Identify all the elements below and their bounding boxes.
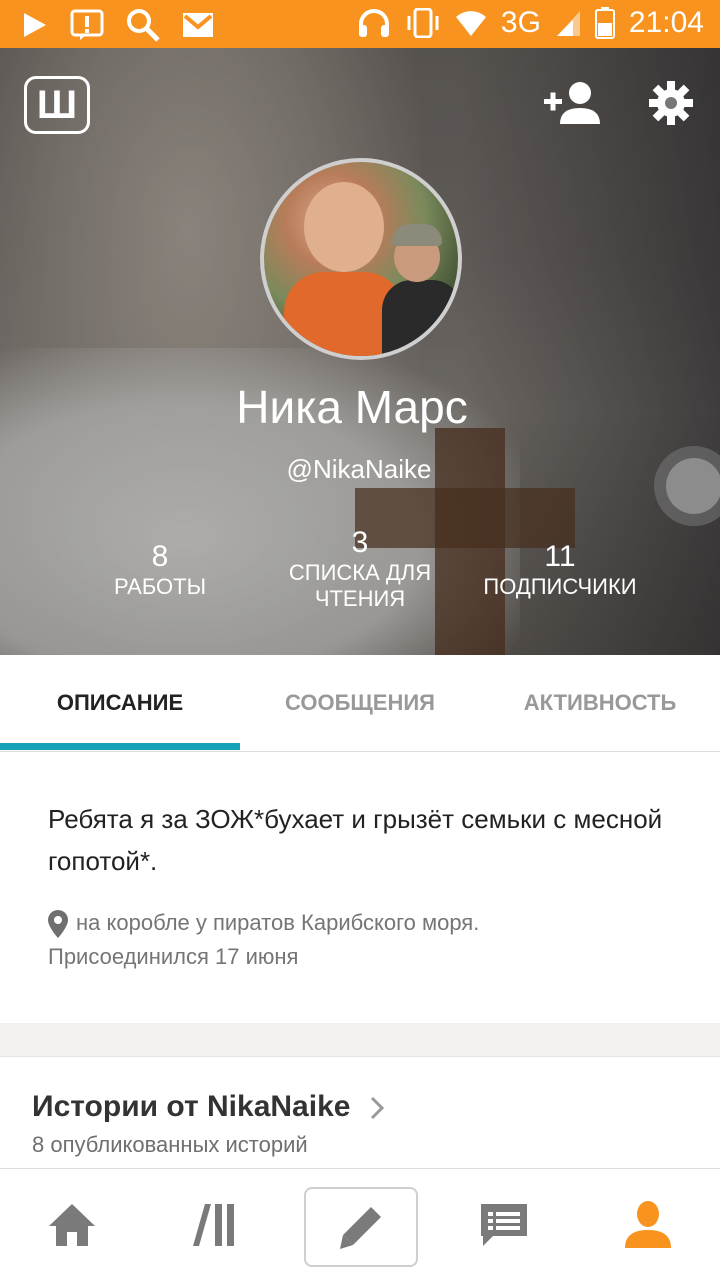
clock: 21:04 xyxy=(628,6,704,39)
tab-indicator xyxy=(0,743,240,750)
profile-username: @NikaNaike xyxy=(286,454,432,484)
location-row: на коробле у пиратов Карибского моря. xyxy=(48,906,698,940)
gear-icon[interactable] xyxy=(648,80,694,126)
stat-works[interactable]: 8 Работы xyxy=(80,540,240,600)
stat-label: Списка для чтения xyxy=(288,560,432,611)
avatar[interactable] xyxy=(260,158,462,360)
status-bar: 3G 21:04 xyxy=(0,0,720,48)
stat-label: Подписчики xyxy=(483,574,637,599)
play-icon xyxy=(24,13,46,37)
profile-description: Ребята я за ЗОЖ*бухает и грызёт семьки с… xyxy=(48,804,663,876)
home-icon xyxy=(49,1204,95,1246)
stat-label: Работы xyxy=(113,574,207,599)
stories-count: 8 опубликованных историй xyxy=(32,1132,308,1157)
location-text: на коробле у пиратов Карибского моря. xyxy=(76,910,480,935)
vibrate-icon xyxy=(407,8,439,38)
write-icon xyxy=(340,1207,381,1249)
location-pin-icon xyxy=(48,910,68,939)
library-icon xyxy=(193,1204,234,1246)
bottom-navigation xyxy=(0,1168,720,1281)
alert-icon xyxy=(70,9,104,40)
stat-value: 11 xyxy=(544,540,576,573)
profile-meta: на коробле у пиратов Карибского моря. Пр… xyxy=(48,906,698,974)
tab-messages[interactable]: СООБЩЕНИЯ xyxy=(240,655,480,751)
stat-value: 8 xyxy=(151,540,169,573)
tab-activity[interactable]: АКТИВНОСТЬ xyxy=(480,655,720,751)
nav-messages[interactable] xyxy=(432,1169,576,1281)
stat-reading-lists[interactable]: 3 Списка для чтения xyxy=(270,526,450,612)
nav-library[interactable] xyxy=(144,1169,288,1281)
gmail-icon xyxy=(183,13,213,37)
nav-profile[interactable] xyxy=(576,1169,720,1281)
network-type: 3G xyxy=(500,6,541,39)
stories-title: Истории от NikaNaike xyxy=(32,1090,351,1123)
profile-tabs: ОПИСАНИЕ СООБЩЕНИЯ АКТИВНОСТЬ xyxy=(0,655,720,752)
wifi-icon xyxy=(455,11,486,37)
tab-description[interactable]: ОПИСАНИЕ xyxy=(0,655,240,751)
nav-write[interactable] xyxy=(304,1187,418,1267)
search-icon xyxy=(127,9,160,42)
stat-value: 3 xyxy=(351,526,369,559)
battery-icon xyxy=(594,7,615,39)
messages-icon xyxy=(481,1204,527,1246)
joined-text: Присоединился 17 июня xyxy=(48,944,299,969)
nav-home[interactable] xyxy=(0,1169,144,1281)
chevron-right-icon xyxy=(370,1097,384,1120)
headphones-icon xyxy=(358,9,389,37)
profile-name: Ника Марс xyxy=(236,381,468,433)
section-divider xyxy=(0,1023,720,1057)
stat-followers[interactable]: 11 Подписчики xyxy=(470,540,650,600)
signal-icon xyxy=(556,11,580,36)
profile-icon xyxy=(625,1201,671,1248)
stories-header[interactable]: Истории от NikaNaike xyxy=(32,1090,385,1124)
add-friend-icon[interactable] xyxy=(542,80,602,126)
wattpad-logo[interactable]: Ш xyxy=(24,76,90,134)
